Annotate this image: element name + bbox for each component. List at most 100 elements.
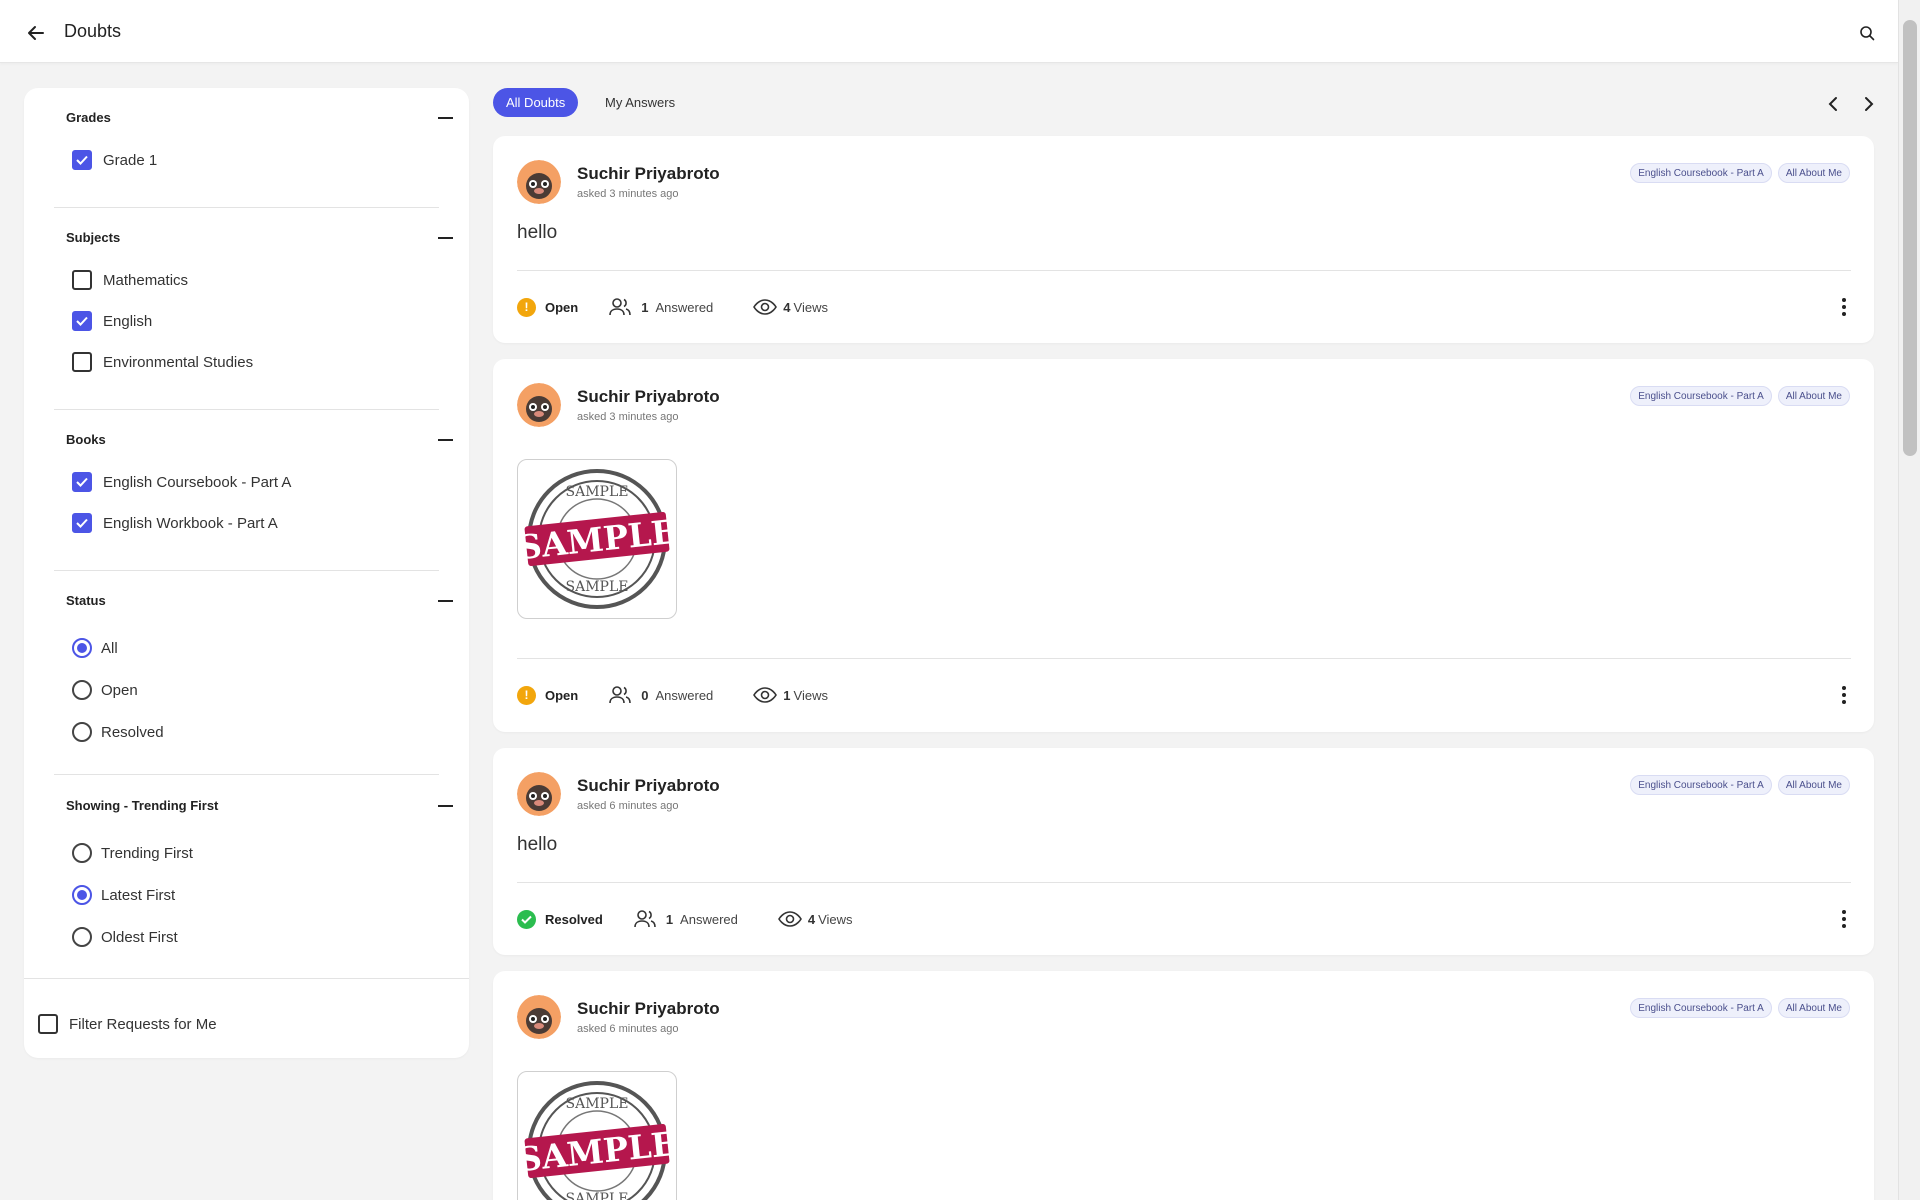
timestamp: asked 6 minutes ago	[577, 800, 679, 812]
author-name[interactable]: Suchir Priyabroto	[577, 387, 720, 407]
answered-count[interactable]: 1 Answered	[609, 298, 713, 316]
chapter-tag[interactable]: All About Me	[1777, 775, 1850, 795]
tab-all-doubts[interactable]: All Doubts	[493, 88, 579, 117]
chevron-left-icon[interactable]	[1823, 94, 1843, 114]
radio-resolved[interactable]	[72, 722, 92, 742]
status-collapse-icon[interactable]	[438, 600, 453, 602]
answered-count[interactable]: 1 Answered	[634, 910, 738, 928]
stamp-top-text: SAMPLE	[566, 484, 629, 500]
search-icon[interactable]	[1856, 22, 1878, 44]
subject-option[interactable]: Mathematics	[72, 270, 188, 290]
author-name[interactable]: Suchir Priyabroto	[577, 776, 720, 796]
book-option[interactable]: English Workbook - Part A	[72, 513, 278, 533]
book-tag[interactable]: English Coursebook - Part A	[1630, 163, 1772, 183]
question-image[interactable]: SAMPLE SAMPLE SAMPLE	[517, 1071, 677, 1200]
open-status-icon: !	[517, 685, 536, 705]
doubt-card[interactable]: Suchir Priyabroto asked 3 minutes ago En…	[493, 359, 1874, 732]
question-image[interactable]: SAMPLE SAMPLE SAMPLE	[517, 459, 677, 619]
author-name[interactable]: Suchir Priyabroto	[577, 164, 720, 184]
more-options-icon[interactable]	[1836, 908, 1852, 930]
more-options-icon[interactable]	[1836, 296, 1852, 318]
checkbox-environmental-studies[interactable]	[72, 352, 92, 372]
grade-option[interactable]: Grade 1	[72, 150, 157, 170]
option-label: Open	[101, 681, 138, 699]
filter-requests-option[interactable]: Filter Requests for Me	[38, 1014, 217, 1034]
answered-number: 0	[641, 687, 649, 703]
book-tag[interactable]: English Coursebook - Part A	[1630, 775, 1772, 795]
stamp-top-text: SAMPLE	[566, 1096, 629, 1112]
back-arrow-icon[interactable]	[22, 20, 50, 46]
checkbox-filter-requests[interactable]	[38, 1014, 58, 1034]
doubt-card[interactable]: Suchir Priyabroto asked 6 minutes ago En…	[493, 971, 1874, 1200]
sort-heading: Showing - Trending First	[66, 798, 219, 813]
open-status-icon: !	[517, 297, 536, 317]
status-option[interactable]: All	[72, 638, 118, 658]
option-label: Trending First	[101, 844, 193, 862]
answered-count[interactable]: 0 Answered	[609, 686, 713, 704]
subjects-collapse-icon[interactable]	[438, 237, 453, 239]
radio-all[interactable]	[72, 638, 92, 658]
tag-list: English Coursebook - Part A All About Me	[1630, 386, 1850, 406]
author-name[interactable]: Suchir Priyabroto	[577, 999, 720, 1019]
avatar[interactable]	[517, 995, 561, 1039]
grades-heading: Grades	[66, 110, 111, 125]
tag-list: English Coursebook - Part A All About Me	[1630, 775, 1850, 795]
divider	[517, 882, 1851, 883]
avatar[interactable]	[517, 160, 561, 204]
scrollbar-thumb[interactable]	[1903, 20, 1917, 456]
doubt-card[interactable]: Suchir Priyabroto asked 3 minutes ago En…	[493, 136, 1874, 343]
sort-option[interactable]: Oldest First	[72, 927, 178, 947]
eye-icon	[777, 911, 802, 927]
status-label: Open	[545, 299, 579, 315]
chevron-right-icon[interactable]	[1859, 94, 1879, 114]
page-scrollbar[interactable]	[1898, 0, 1920, 1200]
subject-option[interactable]: English	[72, 311, 152, 331]
subjects-heading: Subjects	[66, 230, 121, 245]
checkbox-english[interactable]	[72, 311, 92, 331]
checkbox-workbook[interactable]	[72, 513, 92, 533]
tab-my-answers[interactable]: My Answers	[605, 88, 675, 117]
book-option[interactable]: English Coursebook - Part A	[72, 472, 291, 492]
avatar[interactable]	[517, 383, 561, 427]
chapter-tag[interactable]: All About Me	[1777, 998, 1850, 1018]
tag-list: English Coursebook - Part A All About Me	[1630, 163, 1850, 183]
divider	[517, 270, 1851, 271]
status-option[interactable]: Open	[72, 680, 138, 700]
checkbox-grade-1[interactable]	[72, 150, 92, 170]
book-tag[interactable]: English Coursebook - Part A	[1630, 998, 1772, 1018]
books-heading: Books	[66, 432, 106, 447]
grades-collapse-icon[interactable]	[438, 117, 453, 119]
option-label: Mathematics	[103, 271, 189, 289]
users-icon	[609, 686, 632, 704]
radio-open[interactable]	[72, 680, 92, 700]
sort-option[interactable]: Latest First	[72, 885, 175, 905]
more-options-icon[interactable]	[1836, 684, 1852, 706]
question-text: hello	[517, 222, 558, 243]
question-text: hello	[517, 834, 558, 855]
radio-latest-first[interactable]	[72, 885, 92, 905]
avatar[interactable]	[517, 772, 561, 816]
page-title: Doubts	[64, 21, 122, 41]
doubt-card[interactable]: Suchir Priyabroto asked 6 minutes ago En…	[493, 748, 1874, 955]
sort-collapse-icon[interactable]	[438, 805, 453, 807]
book-tag[interactable]: English Coursebook - Part A	[1630, 386, 1772, 406]
radio-oldest-first[interactable]	[72, 927, 92, 947]
sort-option[interactable]: Trending First	[72, 843, 193, 863]
eye-icon	[753, 687, 778, 703]
doubt-meta: ! Open 0 Answered 1 Views	[517, 684, 828, 706]
option-label: Latest First	[101, 886, 176, 904]
option-label: All	[101, 639, 118, 657]
option-label: English Coursebook - Part A	[103, 473, 292, 491]
option-label: English Workbook - Part A	[103, 514, 278, 532]
checkbox-coursebook[interactable]	[72, 472, 92, 492]
chapter-tag[interactable]: All About Me	[1777, 386, 1850, 406]
subject-option[interactable]: Environmental Studies	[72, 352, 253, 372]
radio-trending-first[interactable]	[72, 843, 92, 863]
status-heading: Status	[66, 593, 106, 608]
books-collapse-icon[interactable]	[438, 439, 453, 441]
chapter-tag[interactable]: All About Me	[1777, 163, 1850, 183]
status-option[interactable]: Resolved	[72, 722, 164, 742]
resolved-check-icon	[517, 909, 536, 929]
checkbox-mathematics[interactable]	[72, 270, 92, 290]
timestamp: asked 3 minutes ago	[577, 411, 679, 423]
